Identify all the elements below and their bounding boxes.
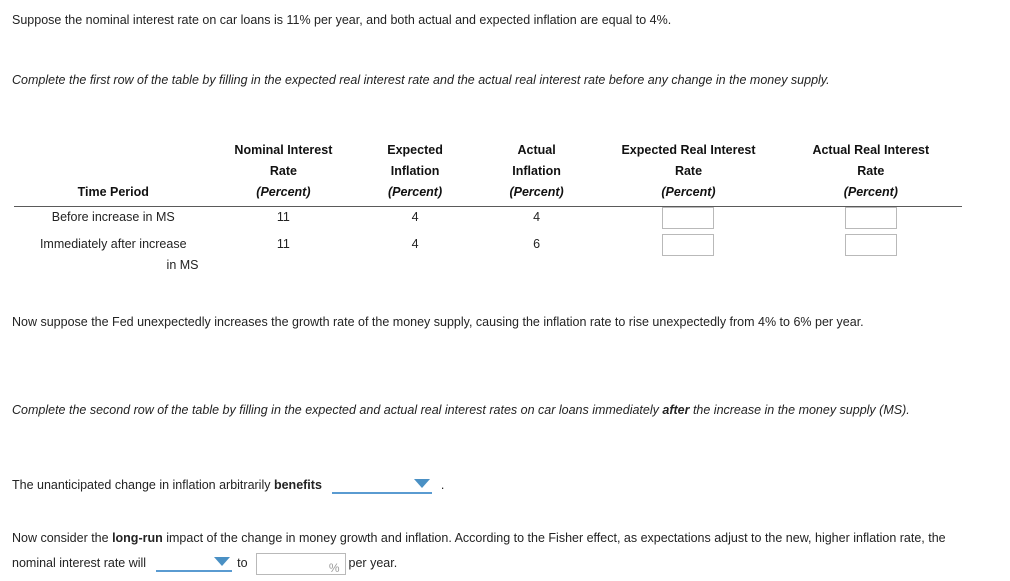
- longrun-pre-text: Now consider the: [12, 531, 113, 545]
- benefits-pre-text: The unanticipated change in inflation ar…: [12, 478, 274, 492]
- header-nominal-line1: Nominal Interest: [234, 143, 333, 157]
- table-row: Immediately after increase in MS 11 4 6: [14, 234, 962, 276]
- row1-actual-inflation-value: 6: [533, 237, 541, 251]
- row1-expected-inflation-value: 4: [411, 237, 419, 251]
- benefits-question: The unanticipated change in inflation ar…: [12, 474, 444, 496]
- benefits-bold-word: benefits: [273, 478, 322, 492]
- dropdown-benefits[interactable]: [331, 477, 432, 495]
- chevron-down-icon: [413, 479, 430, 489]
- header-expreal-unit: (Percent): [661, 185, 716, 199]
- input-longrun-nominal-rate[interactable]: %: [255, 552, 346, 575]
- header-actinf-line1: Actual: [517, 143, 556, 157]
- header-nominal-line2: Rate: [269, 164, 297, 178]
- row0-period-line1: Before increase in MS: [51, 210, 175, 224]
- header-expreal-line2: Rate: [674, 164, 703, 178]
- dropdown-nominal-rate-direction[interactable]: [156, 555, 233, 573]
- row1-nominal-value: 11: [276, 237, 290, 251]
- benefits-period: .: [440, 478, 445, 492]
- header-nominal-unit: (Percent): [256, 185, 311, 199]
- input-actual-real-rate-after[interactable]: [844, 234, 897, 256]
- header-actreal-line1: Actual Real Interest: [812, 143, 930, 157]
- header-expinf-line1: Expected: [387, 143, 443, 157]
- header-time-period-label: Time Period: [77, 185, 149, 199]
- instruction-second-post: the increase in the money supply (MS).: [689, 403, 910, 417]
- table-row: Before increase in MS 11 4 4: [14, 207, 962, 235]
- instruction-second-pre: Complete the second row of the table by …: [12, 403, 663, 417]
- row1-period-line2: in MS: [166, 258, 199, 272]
- longrun-suffix: per year.: [348, 556, 398, 570]
- input-expected-real-rate-after[interactable]: [662, 234, 715, 256]
- fed-policy-paragraph: Now suppose the Fed unexpectedly increas…: [12, 315, 864, 329]
- instruction-second-row: Complete the second row of the table by …: [12, 398, 972, 423]
- header-actual-real-rate: Actual Real Interest Rate (Percent): [779, 140, 962, 207]
- header-actreal-line2: Rate: [857, 164, 885, 178]
- header-expected-real-rate: Expected Real Interest Rate (Percent): [597, 140, 780, 207]
- instruction-first-row: Complete the first row of the table by f…: [12, 73, 830, 87]
- row0-expected-inflation-value: 4: [411, 210, 419, 224]
- header-actual-inflation: Actual Inflation (Percent): [475, 140, 598, 207]
- longrun-to-label: to: [237, 556, 248, 570]
- worksheet-page: Suppose the nominal interest rate on car…: [0, 0, 1010, 577]
- header-expreal-line1: Expected Real Interest: [621, 143, 756, 157]
- row0-actual-inflation-value: 4: [533, 210, 541, 224]
- instruction-second-bold: after: [662, 403, 690, 417]
- header-expinf-line2: Inflation: [390, 164, 440, 178]
- header-actreal-unit: (Percent): [843, 185, 898, 199]
- longrun-question: Now consider the long-run impact of the …: [12, 526, 982, 576]
- input-actual-real-rate-before[interactable]: [844, 207, 897, 229]
- longrun-bold-word: long-run: [112, 531, 163, 545]
- input-expected-real-rate-before[interactable]: [662, 207, 715, 229]
- row1-period-line1: Immediately after increase: [39, 237, 187, 251]
- interest-rate-table: Time Period Nominal Interest Rate (Perce…: [14, 140, 962, 276]
- header-expinf-unit: (Percent): [387, 185, 443, 199]
- header-time-period: Time Period: [14, 140, 213, 207]
- header-actinf-unit: (Percent): [509, 185, 564, 199]
- header-actinf-line2: Inflation: [512, 164, 561, 178]
- header-expected-inflation: Expected Inflation (Percent): [354, 140, 476, 207]
- row-label-before-increase: Before increase in MS: [14, 207, 213, 235]
- header-nominal-rate: Nominal Interest Rate (Percent): [212, 140, 355, 207]
- row-label-immediately-after: Immediately after increase in MS: [14, 234, 213, 276]
- intro-statement: Suppose the nominal interest rate on car…: [12, 13, 672, 27]
- chevron-down-icon: [214, 557, 231, 567]
- row0-nominal-value: 11: [276, 210, 290, 224]
